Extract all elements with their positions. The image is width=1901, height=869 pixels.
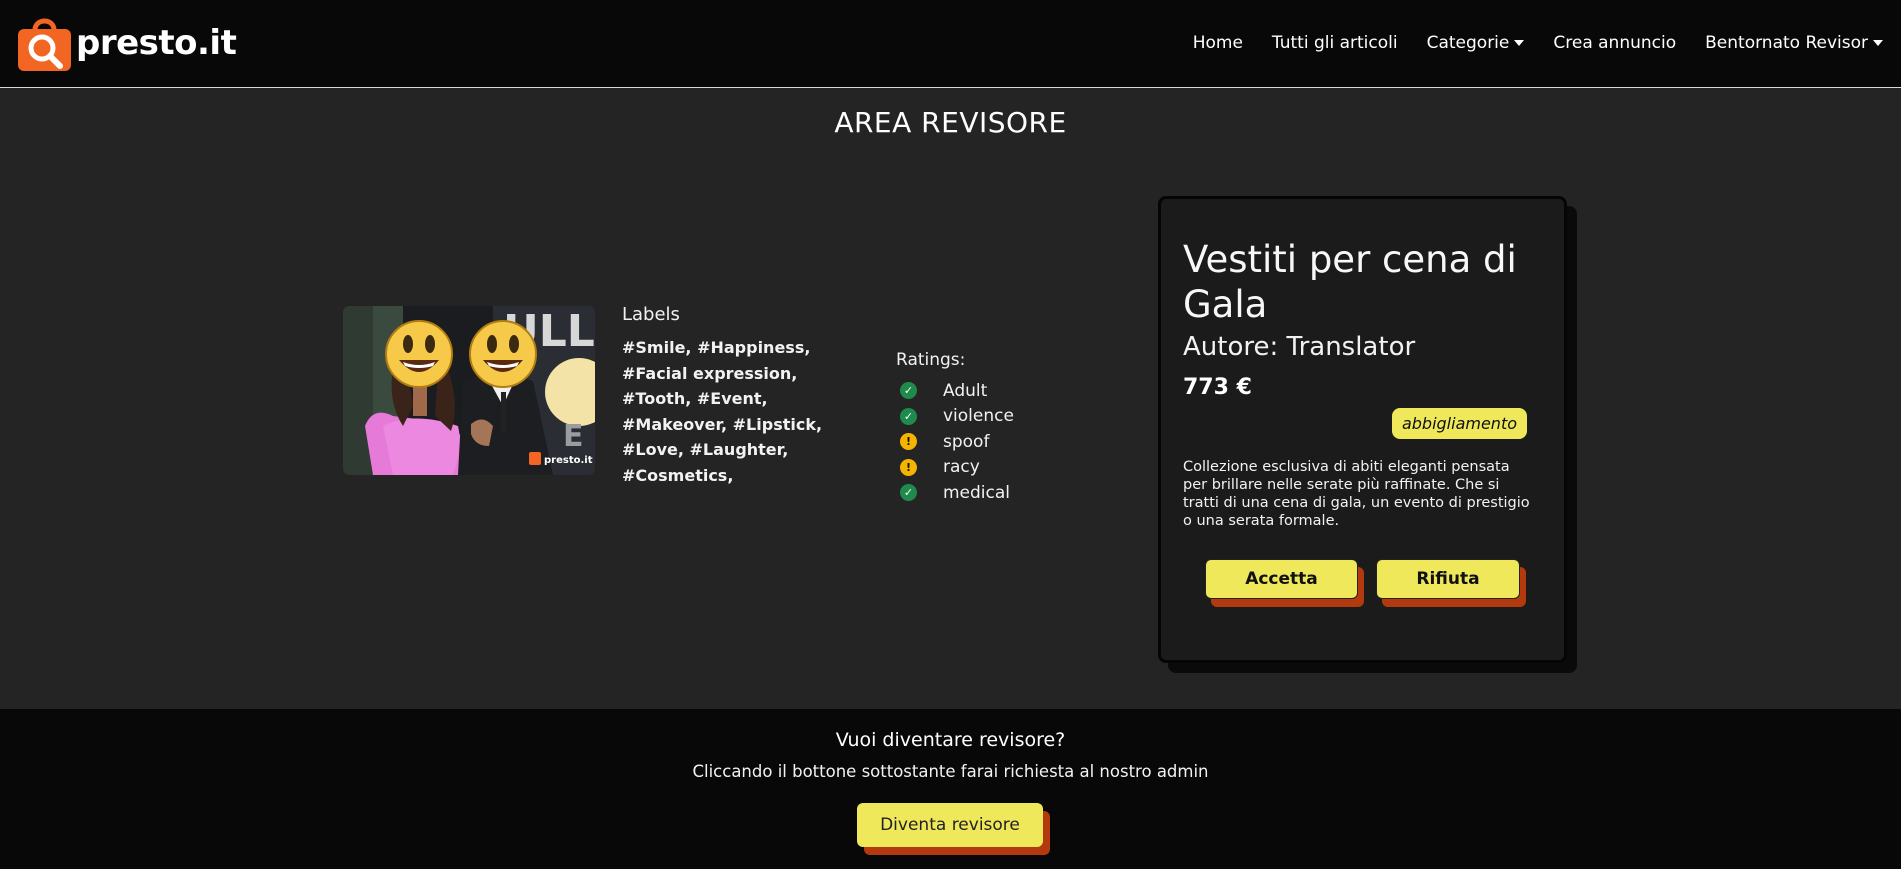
labels-title: Labels (622, 304, 680, 325)
caret-down-icon (1873, 40, 1883, 46)
ratings-section: Ratings: ✓ Adult ✓ violence ! spoof ! ra… (896, 350, 1014, 506)
labels-section: Labels #Smile, #Happiness, #Facial expre… (622, 304, 862, 488)
smiley-face-icon (469, 320, 537, 388)
nav-all-articles[interactable]: Tutti gli articoli (1272, 33, 1398, 53)
shopping-bag-search-icon (18, 18, 71, 71)
accept-button[interactable]: Accetta (1205, 559, 1358, 599)
check-circle-icon: ✓ (900, 407, 917, 425)
rating-label: spoof (943, 431, 990, 452)
exclamation-circle-icon: ! (900, 433, 917, 451)
navbar: presto.it Home Tutti gli articoli Catego… (0, 0, 1901, 88)
labels-text: #Smile, #Happiness, #Facial expression, … (622, 338, 823, 485)
article-author: Autore: Translator (1183, 332, 1416, 362)
article-card: Vestiti per cena di Gala Autore: Transla… (1158, 196, 1567, 663)
exclamation-circle-icon: ! (900, 458, 917, 476)
rating-row: ✓ Adult (896, 378, 1014, 404)
check-circle-icon: ✓ (900, 484, 917, 502)
nav-create-ad[interactable]: Crea annuncio (1553, 33, 1676, 53)
page-title: AREA REVISORE (834, 106, 1067, 139)
rating-label: racy (943, 457, 980, 478)
footer: Vuoi diventare revisore? Cliccando il bo… (0, 709, 1901, 869)
brand-name: presto.it (76, 23, 237, 63)
rating-row: ✓ medical (896, 480, 1014, 506)
become-reviewer-button[interactable]: Diventa revisore (857, 803, 1043, 847)
reject-button[interactable]: Rifiuta (1376, 559, 1520, 599)
rating-row: ! spoof (896, 429, 1014, 455)
rating-label: Adult (943, 380, 988, 401)
become-reviewer-wrapper: Diventa revisore (857, 803, 1050, 855)
article-title: Vestiti per cena di Gala (1183, 238, 1517, 326)
nav-links: Home Tutti gli articoli Categorie Crea a… (1164, 0, 1883, 86)
nav-categories-dropdown[interactable]: Categorie (1427, 33, 1525, 53)
article-price: 773 € (1183, 375, 1252, 400)
article-image: ULL E presto.it (343, 306, 595, 475)
footer-subtitle: Cliccando il bottone sottostante farai r… (692, 762, 1209, 781)
brand-logo-link[interactable]: presto.it (16, 14, 237, 72)
nav-home[interactable]: Home (1193, 33, 1243, 53)
nav-user-dropdown[interactable]: Bentornato Revisor (1705, 33, 1883, 53)
accept-button-wrapper: Accetta (1205, 559, 1364, 607)
svg-text:E: E (563, 419, 584, 454)
rating-label: medical (943, 482, 1011, 503)
footer-title: Vuoi diventare revisore? (835, 729, 1066, 751)
ratings-title: Ratings: (896, 350, 966, 370)
smiley-face-icon (385, 320, 453, 388)
rating-label: violence (943, 406, 1014, 427)
rating-row: ! racy (896, 455, 1014, 481)
nav-user-label: Bentornato Revisor (1705, 33, 1868, 53)
caret-down-icon (1514, 40, 1525, 46)
rating-row: ✓ violence (896, 404, 1014, 430)
category-badge[interactable]: abbigliamento (1391, 408, 1527, 439)
article-description: Collezione esclusiva di abiti eleganti p… (1183, 459, 1530, 529)
image-watermark: presto.it (544, 455, 593, 466)
check-circle-icon: ✓ (900, 382, 917, 400)
reject-button-wrapper: Rifiuta (1376, 559, 1526, 607)
nav-categories-label: Categorie (1426, 33, 1510, 53)
